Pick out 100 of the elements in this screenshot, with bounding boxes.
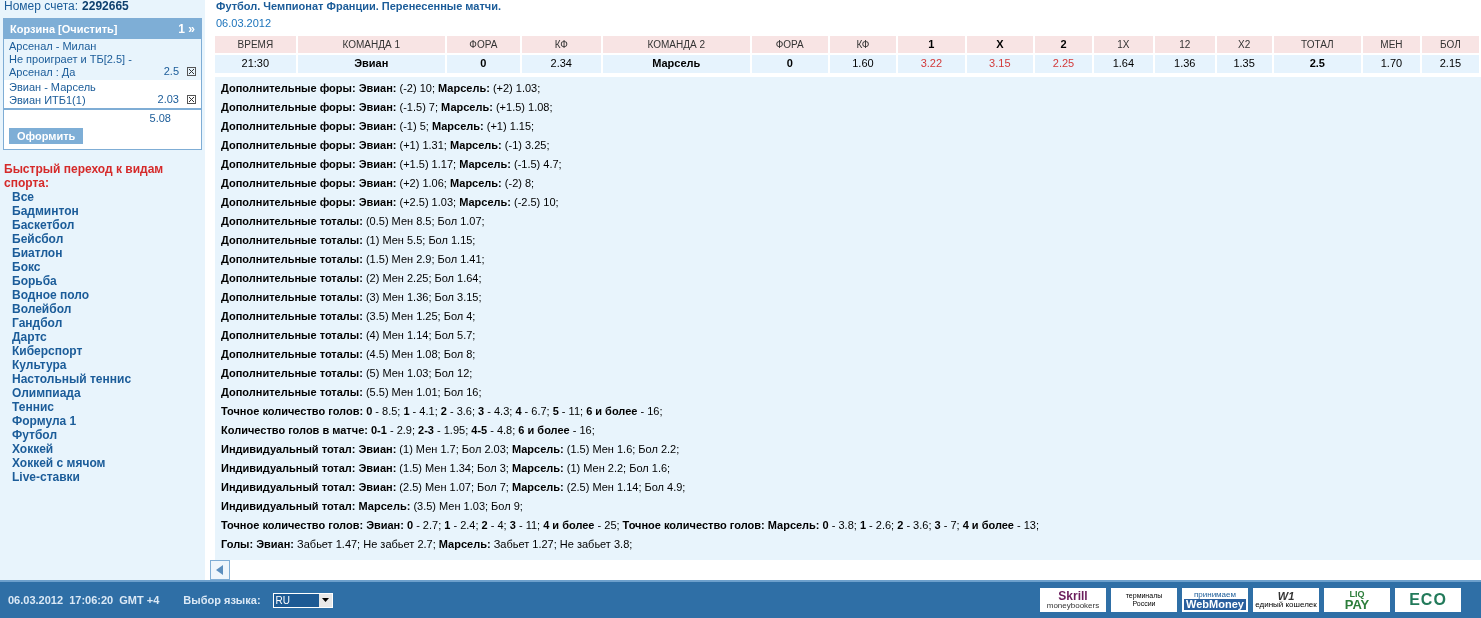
odds-cell: 0 [751,54,828,73]
sport-link[interactable]: Бейсбол [0,232,76,246]
scroll-left-button[interactable] [210,560,230,580]
odds-cell: 2.34 [521,54,601,73]
odds-cell: 2.15 [1421,54,1479,73]
column-header[interactable]: БОЛ [1421,35,1479,53]
column-header[interactable]: X [966,35,1034,53]
column-header[interactable]: ТОТАЛ [1273,35,1361,53]
column-header[interactable]: 1X [1094,35,1153,53]
column-header[interactable]: ФОРА [446,35,520,53]
event-date: 06.03.2012 [215,16,273,31]
sport-link[interactable]: Теннис [0,400,66,414]
odds-cell[interactable]: 2.25 [1035,54,1092,73]
sport-link[interactable]: Биатлон [0,246,75,260]
account-number: 2292665 [82,0,129,12]
column-header[interactable]: 1 [898,35,965,53]
market-line: Точное количество голов: 0 - 8.5; 1 - 4.1; 2 - 3.6; 3 - 4.3; 4 - 6.7; 5 - 11; 6 и более - 16; [221,403,663,419]
market-line: Точное количество голов: Эвиан: 0 - 2.7; 1 - 2.4; 2 - 4; 3 - 11; 4 и более - 25; Точное количество голов: Марсель: 0 - 3.8; 1 - 2.6; 2 - 3.6; 3 - 7; 4 и более - 13; [221,517,1040,533]
market-line: Дополнительные форы: Эвиан: (+1.5) 1.17; Марсель: (-1.5) 4.7; [221,156,562,172]
odds-cell: 1.64 [1094,54,1153,73]
sport-link[interactable]: Футбол [0,428,69,442]
column-header[interactable]: КОМАНДА 2 [602,35,750,53]
odds-cell: 1.36 [1154,54,1215,73]
bet-odds: 2.5 [162,65,179,78]
odds-cell: 0 [446,54,520,73]
left-triangle-icon [216,565,224,575]
sport-link[interactable]: Настольный теннис [0,372,144,386]
column-header[interactable]: 2 [1035,35,1092,53]
sport-link[interactable]: Олимпиада [0,386,93,400]
sport-link[interactable]: Водное поло [0,288,102,302]
odds-cell: 1.70 [1362,54,1420,73]
dropdown-icon[interactable] [318,593,332,607]
sport-link[interactable]: Хоккей [0,442,66,456]
sport-link[interactable]: Хоккей с мячом [0,456,118,470]
language-select[interactable]: RU [272,592,333,608]
sport-link[interactable]: Баскетбол [0,218,87,232]
bet-odds: 2.03 [156,93,179,106]
column-header[interactable]: ФОРА [751,35,828,53]
sport-link[interactable]: Формула 1 [0,414,89,428]
column-header[interactable]: КОМАНДА 1 [297,35,445,53]
sport-link[interactable]: Киберспорт [0,344,95,358]
language-label: Выбор языка: [183,592,261,608]
market-line: Дополнительные тоталы: (3.5) Мен 1.25; Бол 4; [221,308,476,324]
payment-logo: LIQ PAY [1324,588,1390,612]
payment-logo: Skrill moneybookers [1040,588,1106,612]
odds-cell: 21:30 [215,54,296,73]
event-title: Футбол. Чемпионат Франции. Перенесенные матчи. [215,0,503,12]
market-line: Дополнительные форы: Эвиан: (+2.5) 1.03; Марсель: (-2.5) 10; [221,194,559,210]
odds-cell: 2.5 [1273,54,1361,73]
market-line: Дополнительные тоталы: (0.5) Мен 8.5; Бол 1.07; [221,213,485,229]
market-line: Дополнительные форы: Эвиан: (+2) 1.06; Марсель: (-2) 8; [221,175,535,191]
sport-link[interactable]: Бадминтон [0,204,91,218]
sport-link[interactable]: Все [0,190,46,204]
sports-heading: Быстрый переход к видам спорта: [3,162,165,190]
column-header[interactable]: КФ [829,35,897,53]
payment-logo: ECO [1395,588,1461,612]
market-line: Дополнительные тоталы: (5) Мен 1.03; Бол 12; [221,365,473,381]
column-header[interactable]: МЕН [1362,35,1420,53]
market-line: Дополнительные тоталы: (5.5) Мен 1.01; Бол 16; [221,384,482,400]
payment-logo: принимаем WebMoney [1182,588,1248,612]
sport-link[interactable]: Борьба [0,274,69,288]
market-line: Дополнительные тоталы: (4) Мен 1.14; Бол 5.7; [221,327,476,343]
sport-link[interactable]: Волейбол [0,302,84,316]
column-header[interactable]: КФ [521,35,601,53]
payment-logo: W1 единый кошелек [1253,588,1319,612]
sport-link[interactable]: Дартс [0,330,59,344]
odds-cell: Эвиан [297,54,445,73]
market-line: Количество голов в матче: 0-1 - 2.9; 2-3 - 1.95; 4-5 - 4.8; 6 и более - 16; [221,422,595,438]
account-label: Номер счета: [4,0,79,12]
column-header[interactable]: 12 [1154,35,1215,53]
odds-cell[interactable]: 3.22 [898,54,965,73]
market-line: Дополнительные форы: Эвиан: (-1) 5; Марсель: (+1) 1.15; [221,118,535,134]
match-name: Арсенал - Милан [9,40,98,53]
column-header[interactable]: ВРЕМЯ [215,35,296,53]
basket-item[interactable]: Арсенал - Милан Не проиграет и ТБ[2.5] - Арсенал : Да 2.5 [4,39,201,80]
bet-name: Не проиграет и ТБ[2.5] - Арсенал : Да [9,53,133,79]
odds-cell: 1.60 [829,54,897,73]
sport-link[interactable]: Культура [0,358,79,372]
market-line: Дополнительные тоталы: (3) Мен 1.36; Бол 3.15; [221,289,482,305]
footer-datetime: 06.03.2012 17:06:20 GMT +4 [8,592,160,608]
odds-cell[interactable]: 3.15 [966,54,1034,73]
bet-name: Эвиан ИТБ1(1) [9,94,87,107]
market-line: Дополнительные форы: Эвиан: (-2) 10; Марсель: (+2) 1.03; [221,80,541,96]
odds-cell: 1.35 [1216,54,1272,73]
sport-link[interactable]: Live-ставки [0,470,92,484]
column-header[interactable]: X2 [1216,35,1272,53]
market-line: Индивидуальный тотал: Эвиан: (1.5) Мен 1.34; Бол 3; Марсель: (1) Мен 2.2; Бол 1.6; [221,460,671,476]
remove-icon[interactable] [187,95,196,104]
market-line: Индивидуальный тотал: Марсель: (3.5) Мен 1.03; Бол 9; [221,498,523,514]
basket-total: 5.08 [149,111,171,126]
odds-cell: Марсель [602,54,750,73]
sport-link[interactable]: Бокс [0,260,53,274]
market-line: Голы: Эвиан: Забьет 1.47; Не забьет 2.7; Марсель: Забьет 1.27; Не забьет 3.8; [221,536,633,552]
market-line: Дополнительные форы: Эвиан: (+1) 1.31; Марсель: (-1) 3.25; [221,137,550,153]
match-name: Эвиан - Марсель [9,81,97,94]
market-line: Индивидуальный тотал: Эвиан: (1) Мен 1.7; Бол 2.03; Марсель: (1.5) Мен 1.6; Бол 2.2; [221,441,680,457]
sport-link[interactable]: Гандбол [0,316,75,330]
market-line: Дополнительные тоталы: (4.5) Мен 1.08; Бол 8; [221,346,476,362]
remove-icon[interactable] [187,67,196,76]
market-line: Дополнительные тоталы: (1.5) Мен 2.9; Бол 1.41; [221,251,485,267]
